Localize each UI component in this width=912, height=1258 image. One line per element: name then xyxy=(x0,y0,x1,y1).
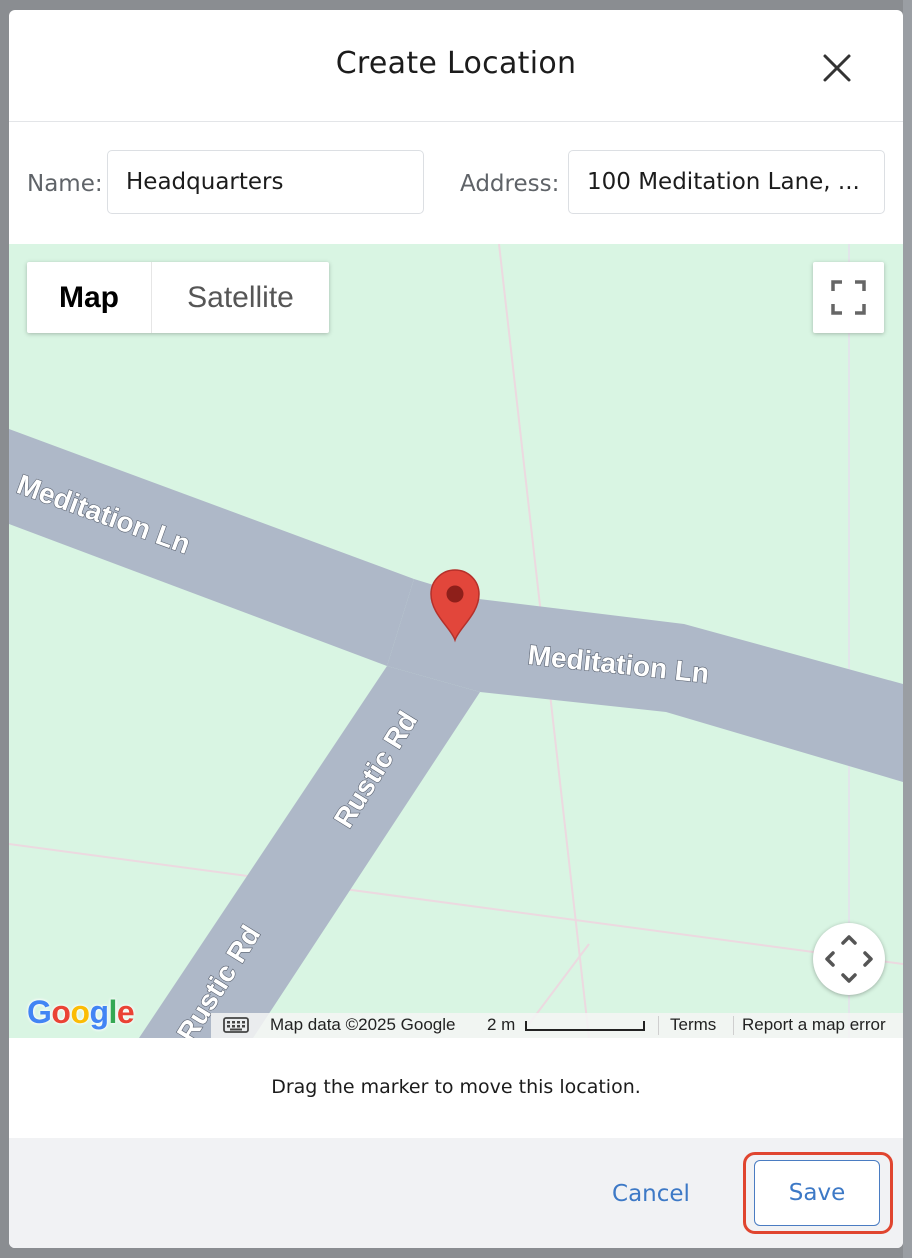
road-meditation-ln xyxy=(9,429,414,666)
map-type-satellite-button[interactable]: Satellite xyxy=(152,262,329,333)
map-boundary-line xyxy=(9,843,903,965)
terms-link[interactable]: Terms xyxy=(670,1015,716,1035)
map-boundary-line xyxy=(528,943,590,1025)
camera-control-button[interactable] xyxy=(813,923,885,995)
scale-label: 2 m xyxy=(487,1015,516,1034)
dialog-title: Create Location xyxy=(335,46,577,81)
camera-control-icon xyxy=(825,935,873,983)
save-button[interactable]: Save xyxy=(754,1160,880,1226)
keyboard-icon[interactable] xyxy=(223,1016,249,1034)
close-icon xyxy=(823,54,851,82)
map-canvas[interactable]: Meditation Ln Meditation Ln Rustic Rd Ru… xyxy=(9,244,903,1038)
scale-bar xyxy=(525,1021,645,1031)
address-input[interactable] xyxy=(568,150,885,214)
map-view[interactable]: Meditation Ln Meditation Ln Rustic Rd Ru… xyxy=(9,244,903,1038)
fullscreen-button[interactable] xyxy=(813,262,884,333)
create-location-dialog: Create Location Name: Address: Meditatio… xyxy=(9,10,903,1248)
fullscreen-icon xyxy=(831,280,866,315)
google-logo: Google xyxy=(27,994,135,1030)
backdrop xyxy=(903,0,912,1258)
dialog-footer: Cancel Save xyxy=(9,1138,903,1248)
map-data-attribution: Map data ©2025 Google xyxy=(270,1015,456,1034)
name-label: Name: xyxy=(27,171,103,197)
report-map-error-link[interactable]: Report a map error xyxy=(742,1015,886,1035)
map-attribution-bar: Map data ©2025 Google 2 m Terms Report a… xyxy=(211,1013,903,1038)
cancel-button[interactable]: Cancel xyxy=(589,1170,713,1218)
divider xyxy=(658,1016,659,1035)
dialog-header: Create Location xyxy=(9,10,903,122)
close-button[interactable] xyxy=(817,48,857,88)
address-label: Address: xyxy=(460,171,560,197)
map-type-control: Map Satellite xyxy=(27,262,329,333)
name-input[interactable] xyxy=(107,150,424,214)
divider xyxy=(733,1016,734,1035)
map-type-map-button[interactable]: Map xyxy=(27,262,152,333)
road-rustic-rd xyxy=(139,666,480,1038)
drag-hint: Drag the marker to move this location. xyxy=(271,1076,641,1098)
